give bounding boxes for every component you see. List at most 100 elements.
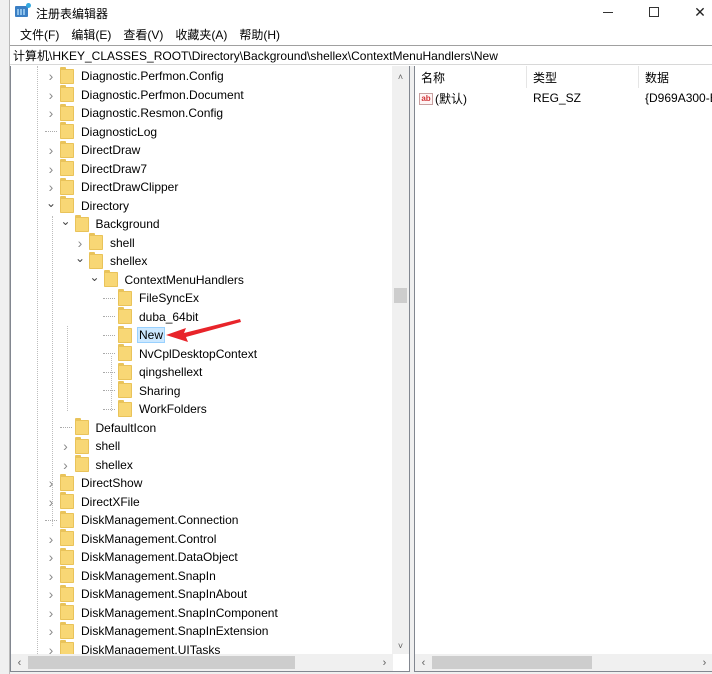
tree-node[interactable]: Sharing [103,381,182,401]
values-scroll-right-button[interactable]: › [696,654,712,671]
tree-node[interactable]: › DirectDrawClipper [45,177,180,197]
chevron-right-icon[interactable]: › [45,586,57,602]
chevron-right-icon[interactable]: › [60,457,72,473]
menu-help[interactable]: 帮助(H) [233,26,286,43]
tree-node[interactable]: › DiskManagement.Control [45,529,218,549]
tree-node[interactable]: › Diagnostic.Perfmon.Document [45,85,246,105]
menu-bar: 文件(F) 编辑(E) 查看(V) 收藏夹(A) 帮助(H) [10,24,712,44]
folder-icon [60,473,74,491]
chevron-right-icon[interactable]: › [45,642,57,654]
tree-node[interactable]: DefaultIcon [59,418,159,438]
tree-node[interactable]: ⌄ Directory [45,196,131,216]
tree-node-label: Sharing [139,383,181,398]
chevron-right-icon[interactable]: › [45,87,57,103]
address-path[interactable]: 计算机\HKEY_CLASSES_ROOT\Directory\Backgrou… [13,47,498,64]
chevron-up-icon: ˄ [397,71,404,82]
menu-file[interactable]: 文件(F) [14,26,65,43]
tree-node[interactable]: WorkFolders [103,399,209,419]
tree-node[interactable]: › shell [60,436,123,456]
tree-node-label: shellex [95,457,133,472]
chevron-right-icon: › [382,656,387,669]
tree-node-label: DiskManagement.UITasks [81,642,221,654]
tree-node[interactable]: › shell [74,233,137,253]
tree-vertical-scrollbar[interactable]: ˄ ˅ [392,66,409,654]
tree-node[interactable]: New [103,325,166,345]
address-bar[interactable]: 计算机\HKEY_CLASSES_ROOT\Directory\Backgrou… [10,45,712,65]
tree-node[interactable]: ⌄ shellex [74,251,149,271]
scroll-up-button[interactable]: ˄ [392,68,409,85]
tree-node[interactable]: DiagnosticLog [45,122,159,142]
values-hscroll-thumb[interactable] [432,656,592,669]
tree-node-label: FileSyncEx [139,291,200,306]
tree-node[interactable]: FileSyncEx [103,288,201,308]
tree-node-label: Directory [81,198,130,213]
tree-node[interactable]: DiskManagement.Connection [45,510,240,530]
chevron-right-icon[interactable]: › [45,161,57,177]
folder-icon [60,510,74,528]
chevron-right-icon[interactable]: › [74,235,86,251]
chevron-right-icon[interactable]: › [60,438,72,454]
tree-node-label: DiskManagement.DataObject [81,550,238,565]
tree-node[interactable]: › DiskManagement.SnapInComponent [45,603,280,623]
chevron-down-icon[interactable]: ⌄ [74,251,86,265]
chevron-right-icon[interactable]: › [45,623,57,639]
tree-node[interactable]: › DiskManagement.SnapInAbout [45,584,249,604]
chevron-right-icon[interactable]: › [45,494,57,510]
values-scroll-left-button[interactable]: ‹ [415,654,432,671]
string-value-icon: ab [419,93,433,106]
menu-favorites[interactable]: 收藏夹(A) [169,26,233,43]
tree-vscroll-thumb[interactable] [394,287,407,303]
tree-node[interactable]: › Diagnostic.Resmon.Config [45,103,225,123]
chevron-right-icon[interactable]: › [45,605,57,621]
chevron-down-icon[interactable]: ⌄ [60,214,72,228]
folder-icon [60,566,74,584]
chevron-right-icon[interactable]: › [45,549,57,565]
chevron-right-icon[interactable]: › [45,568,57,584]
value-row[interactable]: ab (默认) REG_SZ {D969A300-E [415,89,712,107]
tree-node[interactable]: ⌄ ContextMenuHandlers [89,270,246,290]
scroll-left-button[interactable]: ‹ [11,654,28,671]
tree-node[interactable]: duba_64bit [103,307,200,327]
tree-connector [59,427,72,429]
tree-node[interactable]: › DirectXFile [45,492,142,512]
tree-hscroll-thumb[interactable] [28,656,295,669]
tree-node[interactable]: › DiskManagement.DataObject [45,547,240,567]
column-header-data[interactable]: 数据 [639,66,712,88]
chevron-right-icon[interactable]: › [45,142,57,158]
chevron-right-icon[interactable]: › [45,475,57,491]
tree-node[interactable]: NvCplDesktopContext [103,344,259,364]
chevron-right-icon[interactable]: › [45,531,57,547]
tree-node-label: DiagnosticLog [81,124,158,139]
menu-view[interactable]: 查看(V) [117,26,169,43]
scroll-down-button[interactable]: ˅ [392,637,409,654]
tree-node[interactable]: ⌄ Background [60,214,162,234]
values-horizontal-scrollbar[interactable]: ‹ › [415,654,712,671]
chevron-down-icon[interactable]: ⌄ [45,196,57,210]
tree-node[interactable]: › DirectDraw [45,140,142,160]
tree-node[interactable]: › DirectDraw7 [45,159,149,179]
maximize-button[interactable] [631,0,677,24]
chevron-right-icon[interactable]: › [45,179,57,195]
folder-icon [60,140,74,158]
folder-icon [74,455,89,473]
tree-node[interactable]: › DiskManagement.UITasks [45,640,222,654]
chevron-down-icon[interactable]: ⌄ [89,270,101,284]
column-header-type[interactable]: 类型 [527,66,639,88]
values-list-pane: 名称 类型 数据 ab (默认) REG_SZ {D969A300-E ‹ › [414,66,712,672]
folder-icon [60,640,74,654]
tree-horizontal-scrollbar[interactable]: ‹ › [11,654,393,671]
minimize-button[interactable] [585,0,631,24]
column-header-name[interactable]: 名称 [415,66,527,88]
tree-node[interactable]: › shellex [60,455,135,475]
tree-node[interactable]: › DiskManagement.SnapIn [45,566,218,586]
tree-node-label: shellex [110,254,148,269]
tree-node[interactable]: › DirectShow [45,473,144,493]
tree-node[interactable]: qingshellext [103,362,204,382]
chevron-right-icon[interactable]: › [45,68,57,84]
menu-edit[interactable]: 编辑(E) [65,26,117,43]
tree-node[interactable]: › DiskManagement.SnapInExtension [45,621,270,641]
chevron-right-icon[interactable]: › [45,105,57,121]
scroll-right-button[interactable]: › [376,654,393,671]
tree-node[interactable]: › Diagnostic.Perfmon.Config [45,66,226,86]
close-button[interactable]: ✕ [677,0,712,24]
